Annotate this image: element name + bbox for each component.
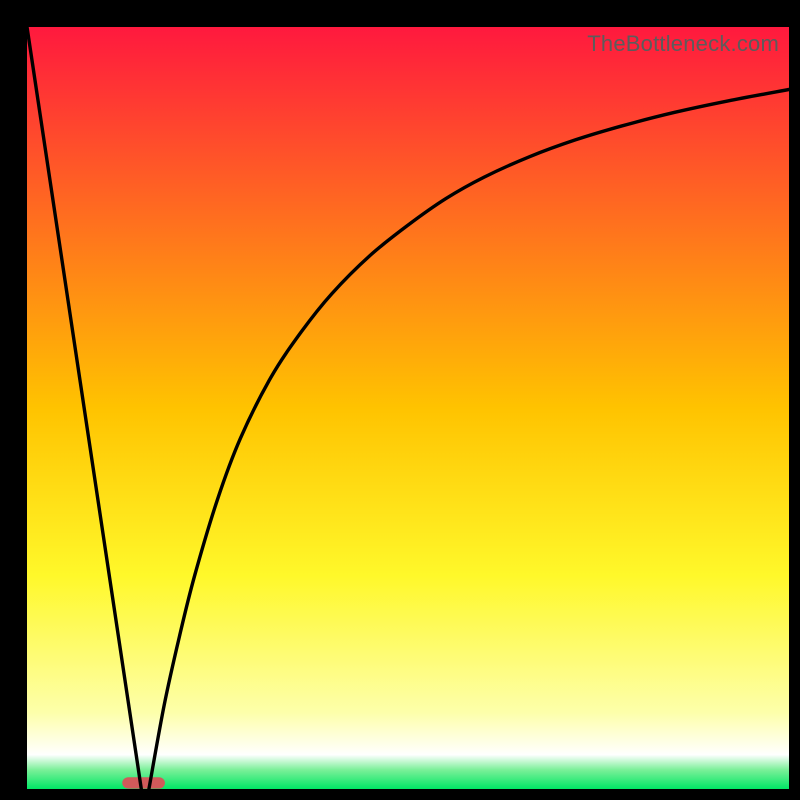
gradient-background — [27, 27, 789, 789]
watermark-text: TheBottleneck.com — [587, 31, 779, 57]
plot-area: TheBottleneck.com — [27, 27, 789, 789]
vertex-marker — [122, 777, 165, 788]
chart-frame: TheBottleneck.com — [0, 0, 800, 800]
chart-svg — [27, 27, 789, 789]
